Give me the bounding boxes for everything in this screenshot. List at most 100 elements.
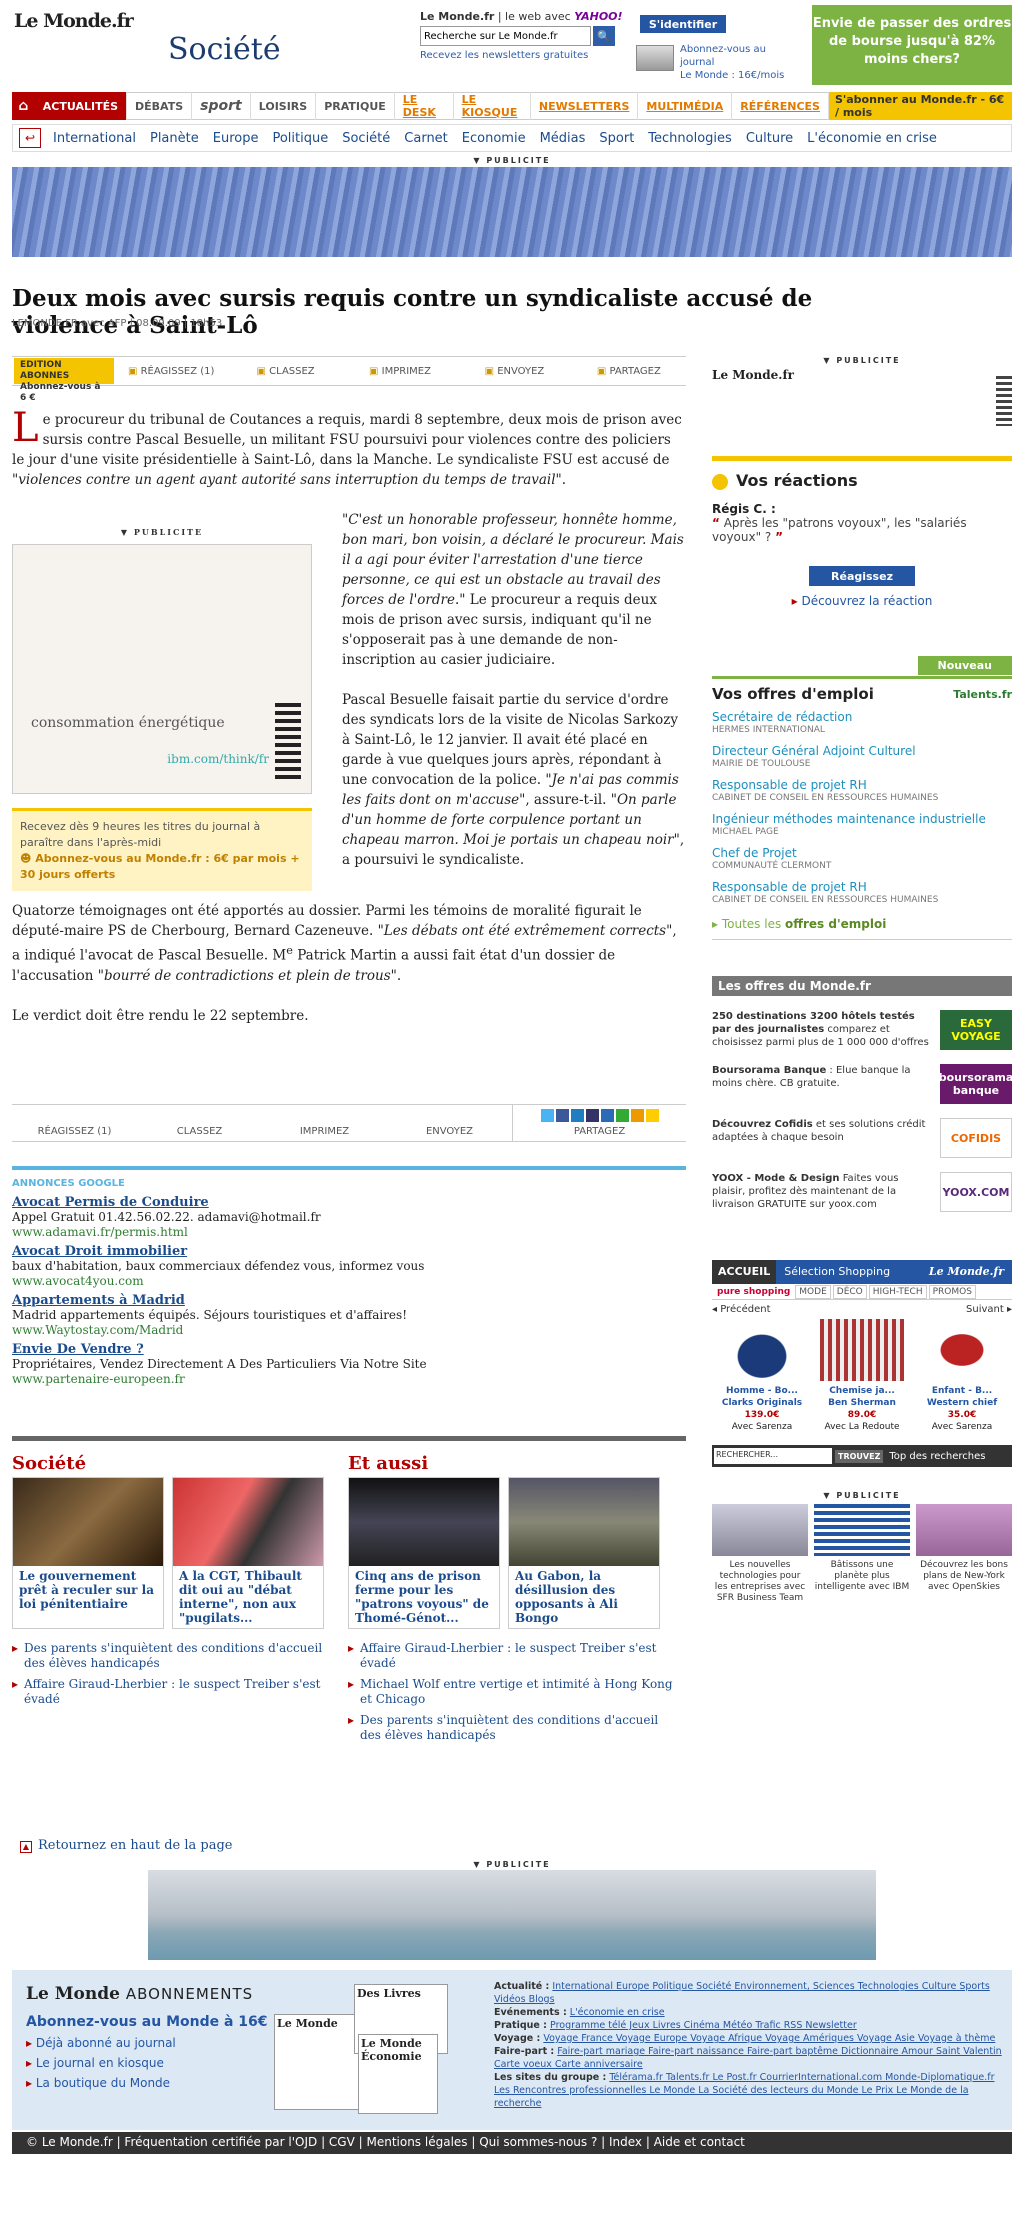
shop-tab-promos[interactable]: PROMOS: [928, 1284, 976, 1299]
all-jobs-link[interactable]: ▸ Toutes les offres d'emploi: [712, 917, 1012, 931]
search-button[interactable]: 🔍: [593, 26, 615, 46]
nav-loisirs[interactable]: LOISIRS: [251, 92, 317, 120]
offer-item[interactable]: 250 destinations 3200 hôtels testés par …: [712, 1010, 1012, 1050]
shop-next-button[interactable]: Suivant ▸: [966, 1304, 1012, 1315]
footer-sitemap-links[interactable]: Programme télé Jeux Livres Cinéma Météo …: [550, 2020, 857, 2031]
email-button[interactable]: ENVOYEZ: [457, 366, 571, 377]
google-ad[interactable]: Avocat Droit immobilier baux d'habitation…: [12, 1244, 686, 1289]
related-card[interactable]: A la CGT, Thibault dit oui au "débat int…: [172, 1477, 324, 1629]
shop-search-button[interactable]: TROUVEZ: [835, 1449, 884, 1463]
newsletter-link[interactable]: Recevez les newsletters gratuites: [420, 50, 620, 61]
related-link[interactable]: Affaire Giraud-Lherbier : le suspect Tre…: [12, 1677, 328, 1707]
sponsored-tile[interactable]: Bâtissons une planète plus intelligente …: [814, 1504, 910, 1604]
google-ad[interactable]: Avocat Permis de Conduire Appel Gratuit 0…: [12, 1195, 686, 1240]
subnav-economie-en-crise[interactable]: L'économie en crise: [807, 131, 937, 146]
footer-sitemap-links[interactable]: International Europe Politique Société E…: [494, 1981, 990, 2005]
subnav-politique[interactable]: Politique: [272, 131, 328, 146]
google-ad[interactable]: Envie De Vendre ? Propriétaires, Vendez D…: [12, 1342, 686, 1387]
broker-promo-banner[interactable]: Envie de passer des ordres de bourse jus…: [812, 5, 1012, 85]
shop-tab-accueil[interactable]: ACCUEIL: [712, 1260, 777, 1284]
nav-debats[interactable]: DÉBATS: [127, 92, 193, 120]
subscribe-nav-button[interactable]: S'abonner au Monde.fr - 6€ / mois: [828, 92, 1012, 120]
nav-multimedia[interactable]: MULTIMÉDIA: [638, 92, 733, 120]
shop-search-input[interactable]: RECHERCHER...: [714, 1448, 832, 1464]
offer-item[interactable]: Boursorama Banque : Elue banque la moins…: [712, 1064, 1013, 1104]
rss-icon[interactable]: [645, 1109, 659, 1122]
talents-logo[interactable]: Talents.fr: [953, 688, 1012, 701]
related-card[interactable]: Cinq ans de prison ferme pour les "patro…: [348, 1477, 500, 1629]
subscribe-promo-link[interactable]: ☻ Abonnez-vous au Monde.fr : 6€ par mois…: [20, 851, 304, 883]
save-button[interactable]: CLASSEZ: [228, 366, 342, 377]
sponsored-tile[interactable]: Les nouvelles technologies pour les entr…: [712, 1504, 808, 1604]
google-icon[interactable]: [615, 1109, 629, 1122]
subnav-culture[interactable]: Culture: [746, 131, 793, 146]
subnav-international[interactable]: International: [53, 131, 136, 146]
subnav-societe[interactable]: Société: [342, 131, 390, 146]
job-item[interactable]: Responsable de projet RH CABINET DE CONSE…: [712, 779, 1012, 805]
nav-sport[interactable]: sport: [192, 92, 251, 120]
footer-sitemap-links[interactable]: L'économie en crise: [570, 2007, 665, 2018]
delicious-icon[interactable]: [570, 1109, 584, 1122]
job-item[interactable]: Secrétaire de rédaction HERMES INTERNATIO…: [712, 711, 1012, 737]
yahoo-logo[interactable]: YAHOO!: [574, 10, 622, 23]
print-button[interactable]: IMPRIMEZ: [262, 1110, 387, 1137]
related-link[interactable]: Michael Wolf entre vertige et intimité à…: [348, 1677, 678, 1707]
related-card[interactable]: Au Gabon, la désillusion des opposants à…: [508, 1477, 660, 1629]
digg-icon[interactable]: [600, 1109, 614, 1122]
shop-tab-hightech[interactable]: HIGH-TECH: [868, 1284, 927, 1299]
subnav-sport[interactable]: Sport: [599, 131, 634, 146]
share-button[interactable]: PARTAGEZ: [572, 366, 686, 377]
subnav-technologies[interactable]: Technologies: [648, 131, 732, 146]
sponsored-tile[interactable]: Découvrez les bons plans de New-York ave…: [916, 1504, 1012, 1604]
google-ad[interactable]: Appartements à Madrid Madrid appartements…: [12, 1293, 686, 1338]
home-icon[interactable]: ⌂: [12, 92, 35, 120]
myspace-icon[interactable]: [585, 1109, 599, 1122]
related-card[interactable]: Le gouvernement prêt à reculer sur la lo…: [12, 1477, 164, 1629]
job-item[interactable]: Chef de Projet COMMUNAUTÉ CLERMONT: [712, 847, 1012, 873]
print-button[interactable]: IMPRIMEZ: [343, 366, 457, 377]
right-ad[interactable]: ▼ PUBLICITE Le Monde.fr: [712, 356, 1012, 456]
search-scope-lemonde[interactable]: Le Monde.fr: [420, 10, 494, 23]
nav-le-kiosque[interactable]: LE KIOSQUE: [454, 92, 531, 120]
subnav-economie[interactable]: Economie: [462, 131, 526, 146]
bottom-banner-ad[interactable]: [148, 1870, 876, 1960]
back-arrow-icon[interactable]: ↩: [19, 128, 41, 148]
related-link[interactable]: Des parents s'inquiètent des conditions …: [12, 1641, 328, 1671]
shop-tab-deco[interactable]: DÉCO: [832, 1284, 867, 1299]
shop-prev-button[interactable]: ◂ Précédent: [712, 1304, 771, 1315]
nav-references[interactable]: RÉFÉRENCES: [732, 92, 829, 120]
job-item[interactable]: Ingénieur méthodes maintenance industrie…: [712, 813, 1012, 839]
top-banner-ad[interactable]: [12, 167, 1012, 257]
offer-item[interactable]: YOOX - Mode & Design Faites vous plaisir…: [712, 1172, 1012, 1212]
subnav-planete[interactable]: Planète: [150, 131, 199, 146]
subnav-europe[interactable]: Europe: [213, 131, 259, 146]
subscribe-journal-link[interactable]: Abonnez-vous au journal Le Monde : 16€/m…: [636, 43, 796, 82]
nav-newsletters[interactable]: NEWSLETTERS: [531, 92, 639, 120]
product-item[interactable]: Homme - Bo... Clarks Originals 139.0€ Avec …: [712, 1319, 812, 1433]
product-item[interactable]: Chemise ja... Ben Sherman 89.0€ Avec La Red…: [812, 1319, 912, 1433]
le-monde-logo[interactable]: Le Monde.fr: [14, 10, 134, 32]
copyright-bar[interactable]: © Le Monde.fr | Fréquentation certifiée …: [12, 2132, 1012, 2154]
login-button[interactable]: S'identifier: [640, 15, 726, 33]
job-item[interactable]: Responsable de projet RH CABINET DE CONSE…: [712, 881, 1012, 907]
facebook-icon[interactable]: [555, 1109, 569, 1122]
ibm-ad-image[interactable]: consommation énergétique ibm.com/think/f…: [12, 544, 312, 794]
react-now-button[interactable]: Réagissez: [809, 566, 915, 586]
footer-sitemap-links[interactable]: Voyage France Voyage Europe Voyage Afriq…: [543, 2033, 995, 2044]
subnav-carnet[interactable]: Carnet: [404, 131, 448, 146]
twitter-icon[interactable]: [540, 1109, 554, 1122]
nav-actualites[interactable]: ACTUALITÉS: [34, 92, 128, 120]
save-button[interactable]: CLASSEZ: [137, 1110, 262, 1137]
related-link[interactable]: Des parents s'inquiètent des conditions …: [348, 1713, 678, 1743]
netvibes-icon[interactable]: [630, 1109, 644, 1122]
nav-pratique[interactable]: PRATIQUE: [316, 92, 395, 120]
email-button[interactable]: ENVOYEZ: [387, 1110, 512, 1137]
related-link[interactable]: Affaire Giraud-Lherbier : le suspect Tre…: [348, 1641, 678, 1671]
discover-reaction-link[interactable]: ▸ Découvrez la réaction: [712, 594, 1012, 608]
back-to-top-link[interactable]: ▲ Retournez en haut de la page: [20, 1838, 233, 1853]
edition-abonnes-badge[interactable]: EDITION ABONNES Abonnez-vous à 6 €: [14, 358, 114, 403]
nav-le-desk[interactable]: LE DESK: [395, 92, 454, 120]
top-searches-link[interactable]: Top des recherches: [889, 1451, 985, 1462]
product-item[interactable]: Enfant - B... Western chief 35.0€ Avec Sare…: [912, 1319, 1012, 1433]
shop-tab-mode[interactable]: MODE: [795, 1284, 831, 1299]
